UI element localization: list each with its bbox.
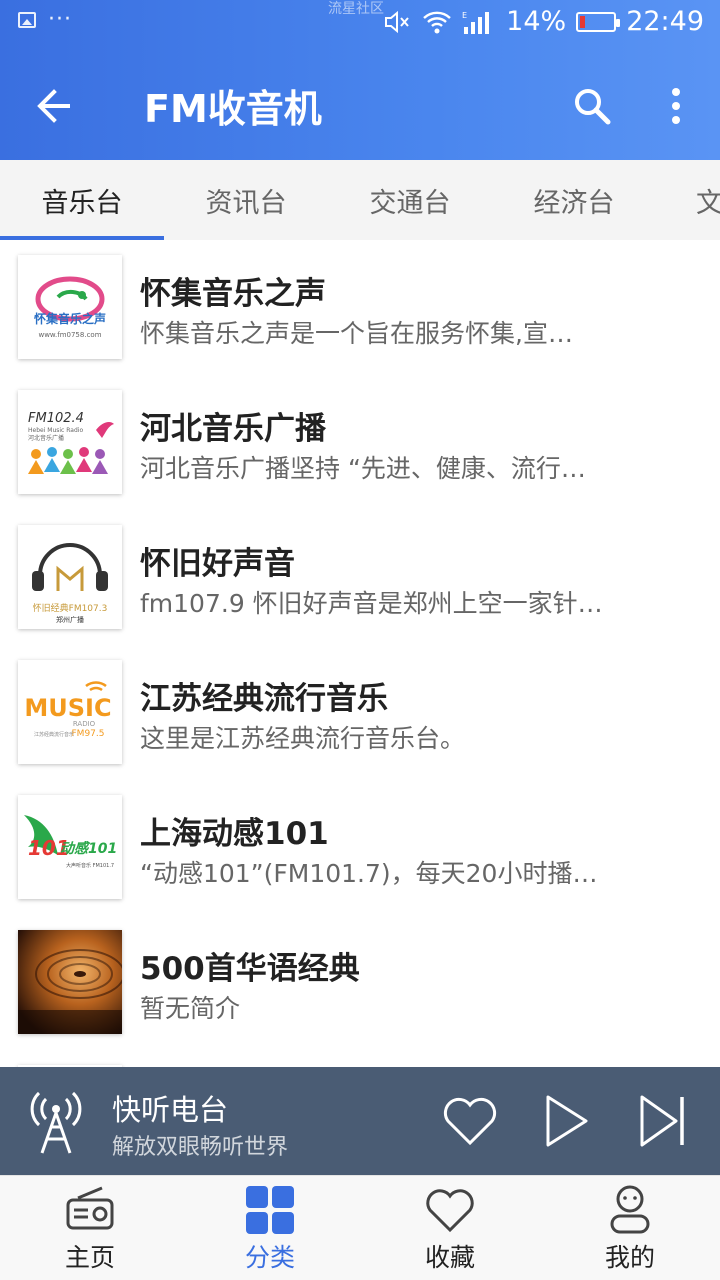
logo-subtext: RADIO (73, 720, 96, 728)
heart-icon (424, 1184, 476, 1236)
station-desc: 这里是江苏经典流行音乐台。 (140, 724, 466, 753)
nav-home[interactable]: 主页 (0, 1176, 180, 1280)
play-button[interactable] (540, 1091, 592, 1151)
logo-url: www.fm0758.com (38, 331, 101, 339)
battery-level (580, 15, 586, 28)
player-subtitle: 解放双眼畅听世界 (112, 1135, 289, 1160)
image-notification-icon (18, 12, 36, 28)
station-desc: “动感101”(FM101.7)，每天20小时播… (140, 859, 598, 888)
user-icon (604, 1184, 656, 1236)
nav-profile[interactable]: 我的 (540, 1176, 720, 1280)
mini-player[interactable]: 快听电台 解放双眼畅听世界 (0, 1067, 720, 1175)
app-bar: FM收音机 (0, 50, 720, 160)
logo-text: 怀旧经典FM107.3 (33, 602, 108, 614)
battery-percent: 14% (506, 6, 567, 37)
station-title: 怀集音乐之声 (140, 276, 326, 312)
play-icon (546, 1095, 588, 1147)
station-logo: MUSIC RADIO FM97.5 江苏经典流行音乐 (18, 660, 122, 764)
wifi-icon (422, 9, 452, 35)
more-options-button[interactable] (656, 82, 696, 130)
status-right: E 14% 22:49 (384, 6, 704, 37)
logo-text: MUSIC (24, 694, 111, 722)
logo-subtext: Hebei Music Radio (28, 427, 83, 434)
nav-favorites[interactable]: 收藏 (360, 1176, 540, 1280)
next-button[interactable] (636, 1091, 690, 1151)
bottom-nav: 主页 分类 收藏 我的 (0, 1175, 720, 1280)
station-item[interactable] (0, 1050, 720, 1068)
search-icon (575, 89, 611, 125)
station-list: 怀集音乐之声 www.fm0758.com 怀集音乐之声 怀集音乐之声是一个旨在… (0, 240, 720, 1068)
more-notifications-icon: ··· (48, 7, 72, 32)
watermark: 流星社区 (328, 1, 384, 17)
station-title: 河北音乐广播 (140, 411, 326, 447)
logo-text: 怀集音乐之声 (34, 311, 106, 326)
nav-label: 主页 (64, 1243, 115, 1272)
logo-subtext: 河北音乐广播 (28, 434, 64, 442)
station-desc: 怀集音乐之声是一个旨在服务怀集,宣… (140, 319, 573, 348)
radio-tower-icon (28, 1089, 84, 1155)
station-cover-image (18, 930, 122, 1034)
search-button[interactable] (568, 82, 616, 130)
station-item[interactable]: 101 动感101 大声听音乐 FM101.7 上海动感101 “动感101”(… (0, 780, 720, 915)
svg-text:E: E (462, 11, 467, 20)
station-title: 江苏经典流行音乐 (140, 681, 388, 717)
logo-subtext: 大声听音乐 FM101.7 (66, 862, 114, 869)
heart-icon (443, 1097, 497, 1146)
status-bar: ··· 流星社区 E 14% 22:49 (0, 0, 720, 50)
battery-icon (576, 11, 621, 32)
station-desc: 河北音乐广播坚持 “先进、健康、流行… (140, 454, 586, 483)
back-button[interactable] (30, 82, 78, 130)
category-grid-icon (244, 1184, 296, 1236)
tab-news[interactable]: 资讯台 (164, 160, 328, 240)
station-item[interactable]: 怀旧经典FM107.3 郑州广播 怀旧好声音 fm107.9 怀旧好声音是郑州上… (0, 510, 720, 645)
skip-next-icon (640, 1095, 684, 1147)
logo-text: FM102.4 (28, 411, 84, 426)
logo-frequency: FM97.5 (72, 729, 105, 739)
logo-subtext: 郑州广播 (56, 615, 84, 624)
radio-icon (64, 1184, 116, 1236)
station-item[interactable]: FM102.4 Hebei Music Radio 河北音乐广播 河北音乐广播 … (0, 375, 720, 510)
station-item[interactable]: 500首华语经典 暂无简介 (0, 915, 720, 1050)
arrow-left-icon (37, 89, 70, 123)
favorite-button[interactable] (440, 1093, 500, 1149)
station-logo: 101 动感101 大声听音乐 FM101.7 (18, 795, 122, 899)
nav-label: 我的 (604, 1243, 655, 1272)
station-item[interactable]: MUSIC RADIO FM97.5 江苏经典流行音乐 江苏经典流行音乐 这里是… (0, 645, 720, 780)
station-item[interactable]: 怀集音乐之声 www.fm0758.com 怀集音乐之声 怀集音乐之声是一个旨在… (0, 240, 720, 375)
station-logo: 怀集音乐之声 www.fm0758.com (18, 255, 122, 359)
logo-subtext: 江苏经典流行音乐 (34, 731, 74, 738)
station-desc: fm107.9 怀旧好声音是郑州上空一家针… (140, 589, 603, 618)
tab-economy[interactable]: 经济台 (492, 160, 656, 240)
station-title: 上海动感101 (140, 816, 329, 852)
station-logo: 怀旧经典FM107.3 郑州广播 (18, 525, 122, 629)
logo-text: 动感101 (60, 840, 117, 857)
clock: 22:49 (626, 6, 704, 37)
mute-icon (384, 9, 412, 35)
station-title: 怀旧好声音 (140, 546, 295, 582)
station-desc: 暂无简介 (140, 994, 241, 1023)
signal-icon: E (462, 9, 496, 35)
category-tabs: 音乐台 资讯台 交通台 经济台 文 (0, 160, 720, 240)
more-vert-icon (672, 88, 680, 124)
tab-music[interactable]: 音乐台 (0, 160, 164, 240)
nav-label: 分类 (244, 1243, 295, 1272)
player-title: 快听电台 (112, 1093, 229, 1127)
tab-culture[interactable]: 文 (656, 160, 720, 240)
status-left: ··· (18, 7, 72, 32)
header: ··· 流星社区 E 14% 22:49 FM收音机 (0, 0, 720, 160)
station-logo: FM102.4 Hebei Music Radio 河北音乐广播 (18, 390, 122, 494)
nav-label: 收藏 (424, 1243, 475, 1272)
tab-traffic[interactable]: 交通台 (328, 160, 492, 240)
nav-category[interactable]: 分类 (180, 1176, 360, 1280)
page-title: FM收音机 (144, 87, 322, 131)
station-title: 500首华语经典 (140, 951, 360, 987)
